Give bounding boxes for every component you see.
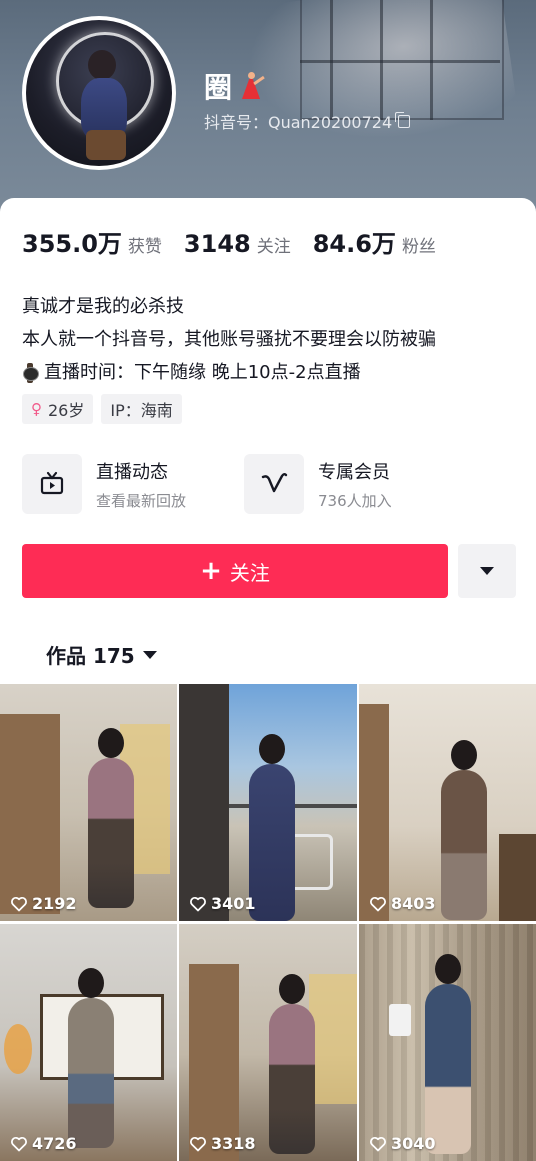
bio-line: 本人就一个抖音号，其他账号骚扰不要理会以防被骗: [22, 329, 436, 350]
thumb-person-head: [451, 740, 477, 770]
thumb-person: [441, 770, 487, 920]
thumb-person: [88, 758, 134, 908]
thumb-door: [0, 714, 60, 914]
douyin-id-text: 抖音号：Quan20200724: [204, 113, 393, 132]
douyin-id[interactable]: 抖音号：Quan20200724: [204, 109, 411, 133]
watch-icon: [22, 362, 39, 383]
stat-following[interactable]: 3148 关注: [184, 230, 291, 258]
stat-label: 粉丝: [401, 237, 436, 257]
membership-sub: 736人加入: [318, 491, 392, 510]
banner-rail: [300, 60, 500, 63]
thumb-door: [359, 704, 389, 921]
thumb-stairs: [499, 834, 536, 921]
video-likes-count: 8403: [391, 894, 436, 913]
live-feed-title: 直播动态: [96, 461, 168, 483]
video-thumbnail[interactable]: 4726: [0, 924, 177, 1161]
video-likes: 8403: [369, 894, 436, 913]
plus-icon: +: [200, 556, 222, 586]
video-likes: 3318: [189, 1134, 256, 1153]
stat-followers[interactable]: 84.6万 粉丝: [313, 224, 436, 259]
stats-row: 355.0万 获赞 3148 关注 84.6万 粉丝: [22, 224, 436, 259]
video-likes-count: 3318: [211, 1134, 256, 1153]
thumb-person: [68, 998, 114, 1148]
live-feed-entry[interactable]: 直播动态 查看最新回放: [22, 454, 244, 514]
live-feed-sub: 查看最新回放: [96, 491, 187, 510]
avatar-figure-head: [88, 50, 116, 80]
thumb-light: [309, 974, 357, 1104]
thumb-phone-stand: [389, 1004, 411, 1036]
thumb-person-head: [98, 728, 124, 758]
video-grid: 2192 3401 8403 4726 3318 3040: [0, 684, 536, 1161]
video-thumbnail[interactable]: 3401: [179, 684, 357, 921]
tag-ip-text: IP：海南: [110, 401, 173, 420]
video-thumbnail[interactable]: 2192: [0, 684, 177, 921]
tag-age-text: 26岁: [48, 401, 85, 420]
video-likes: 2192: [10, 894, 77, 913]
caret-down-icon: [142, 650, 157, 659]
heart-icon: [11, 896, 27, 911]
video-likes-count: 3401: [211, 894, 256, 913]
video-likes-count: 3040: [391, 1134, 436, 1153]
video-likes: 3040: [369, 1134, 436, 1153]
heart-icon: [190, 896, 206, 911]
profile-name: 圈: [204, 66, 266, 106]
avatar[interactable]: [22, 16, 176, 170]
live-feed-text: 直播动态 查看最新回放: [96, 458, 186, 511]
bio-line-live: 直播时间：下午随缘 晚上10点-2点直播: [22, 356, 436, 389]
thumb-person-head: [279, 974, 305, 1004]
bio-line-text: 直播时间：下午随缘 晚上10点-2点直播: [44, 362, 361, 383]
membership-text: 专属会员 736人加入: [318, 458, 392, 511]
video-likes: 3401: [189, 894, 256, 913]
video-thumbnail[interactable]: 3318: [179, 924, 357, 1161]
stat-label: 获赞: [127, 237, 162, 257]
heart-icon: [370, 896, 386, 911]
tv-icon: [22, 454, 82, 514]
thumb-building: [179, 684, 229, 921]
video-thumbnail[interactable]: 8403: [359, 684, 536, 921]
stat-label: 关注: [256, 237, 291, 257]
stat-number: 84.6万: [312, 230, 396, 258]
tag-age: ♀ 26岁: [22, 394, 94, 424]
avatar-image: [26, 20, 172, 166]
profile-tags: ♀ 26岁 IP：海南: [22, 394, 182, 424]
membership-entry[interactable]: 专属会员 736人加入: [244, 454, 466, 514]
stat-number: 355.0万: [22, 230, 122, 258]
stat-number: 3148: [183, 230, 251, 258]
video-likes: 4726: [10, 1134, 77, 1153]
thumb-person-head: [78, 968, 104, 998]
more-options-button[interactable]: [458, 544, 516, 598]
action-row: + 关注: [22, 544, 516, 598]
avatar-chair: [86, 130, 126, 160]
stat-likes[interactable]: 355.0万 获赞: [22, 224, 162, 259]
heart-icon: [370, 1136, 386, 1151]
thumb-person: [269, 1004, 315, 1154]
profile-name-text: 圈: [204, 71, 233, 104]
dancer-emoji-icon: [236, 71, 266, 101]
bio-line: 真诚才是我的必杀技: [22, 296, 184, 317]
thumb-person: [425, 984, 471, 1154]
tab-works[interactable]: 作品 175: [46, 640, 157, 669]
bio: 真诚才是我的必杀技 本人就一个抖音号，其他账号骚扰不要理会以防被骗 直播时间：下…: [22, 290, 436, 389]
thumb-person-head: [435, 954, 461, 984]
membership-title: 专属会员: [318, 461, 390, 483]
feature-entries: 直播动态 查看最新回放 专属会员 736人加入: [22, 454, 466, 514]
copy-icon[interactable]: [395, 111, 411, 128]
thumb-vase: [4, 1024, 32, 1074]
caret-down-icon: [480, 567, 494, 575]
female-icon: ♀: [31, 400, 42, 418]
video-thumbnail[interactable]: 3040: [359, 924, 536, 1161]
thumb-person-head: [259, 734, 285, 764]
profile-card: 355.0万 获赞 3148 关注 84.6万 粉丝 真诚才是我的必杀技 本人就…: [0, 198, 536, 1161]
follow-label: 关注: [229, 560, 270, 585]
heart-icon: [190, 1136, 206, 1151]
video-likes-count: 4726: [32, 1134, 77, 1153]
thumb-door: [189, 964, 239, 1161]
follow-button[interactable]: + 关注: [22, 544, 448, 598]
tag-ip: IP：海南: [101, 394, 182, 424]
vip-v-icon: [244, 454, 304, 514]
tab-works-label: 作品 175: [46, 644, 135, 668]
heart-icon: [11, 1136, 27, 1151]
video-likes-count: 2192: [32, 894, 77, 913]
